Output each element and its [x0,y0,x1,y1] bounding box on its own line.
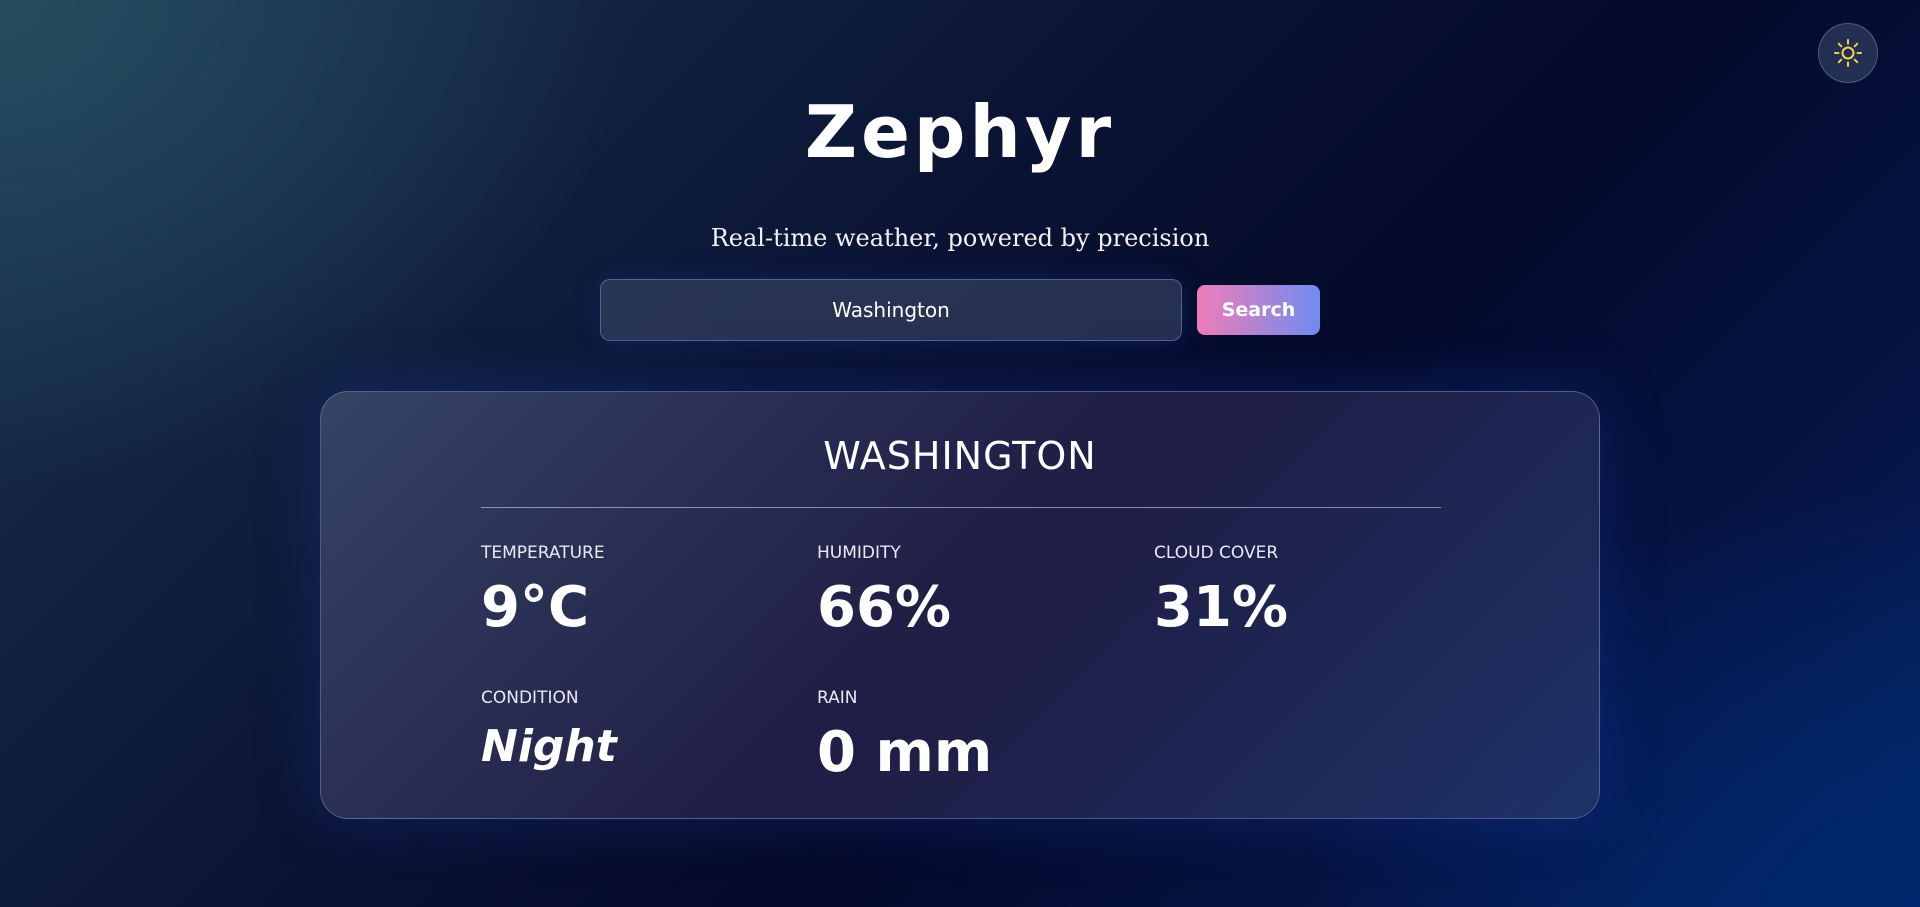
city-name: WASHINGTON [823,434,1097,478]
humidity-value: 66% [817,575,952,640]
temperature-stat: TEMPERATURE 9°C [481,542,605,642]
cloud-cover-label: CLOUD COVER [1154,543,1279,563]
condition-stat: CONDITION Night [481,687,617,775]
tagline: Real-time weather, powered by precision [710,224,1210,252]
search-input[interactable] [600,279,1182,341]
rain-stat: RAIN 0 mm [817,687,992,787]
cloud-cover-value: 31% [1154,575,1289,640]
temperature-value: 9°C [481,575,590,640]
app-title: Zephyr [804,90,1116,174]
condition-value: Night [481,721,617,772]
temperature-label: TEMPERATURE [481,543,605,563]
rain-label: RAIN [817,688,858,708]
rain-value: 0 mm [817,720,993,785]
condition-label: CONDITION [481,688,579,708]
cloud-cover-stat: CLOUD COVER 31% [1154,542,1288,642]
theme-toggle-button[interactable] [1818,23,1878,83]
weather-card: WASHINGTON TEMPERATURE 9°C HUMIDITY 66% … [320,391,1600,819]
humidity-label: HUMIDITY [817,543,901,563]
divider [481,507,1441,508]
humidity-stat: HUMIDITY 66% [817,542,951,642]
sun-icon [1833,38,1863,68]
search-button[interactable]: Search [1197,285,1320,335]
